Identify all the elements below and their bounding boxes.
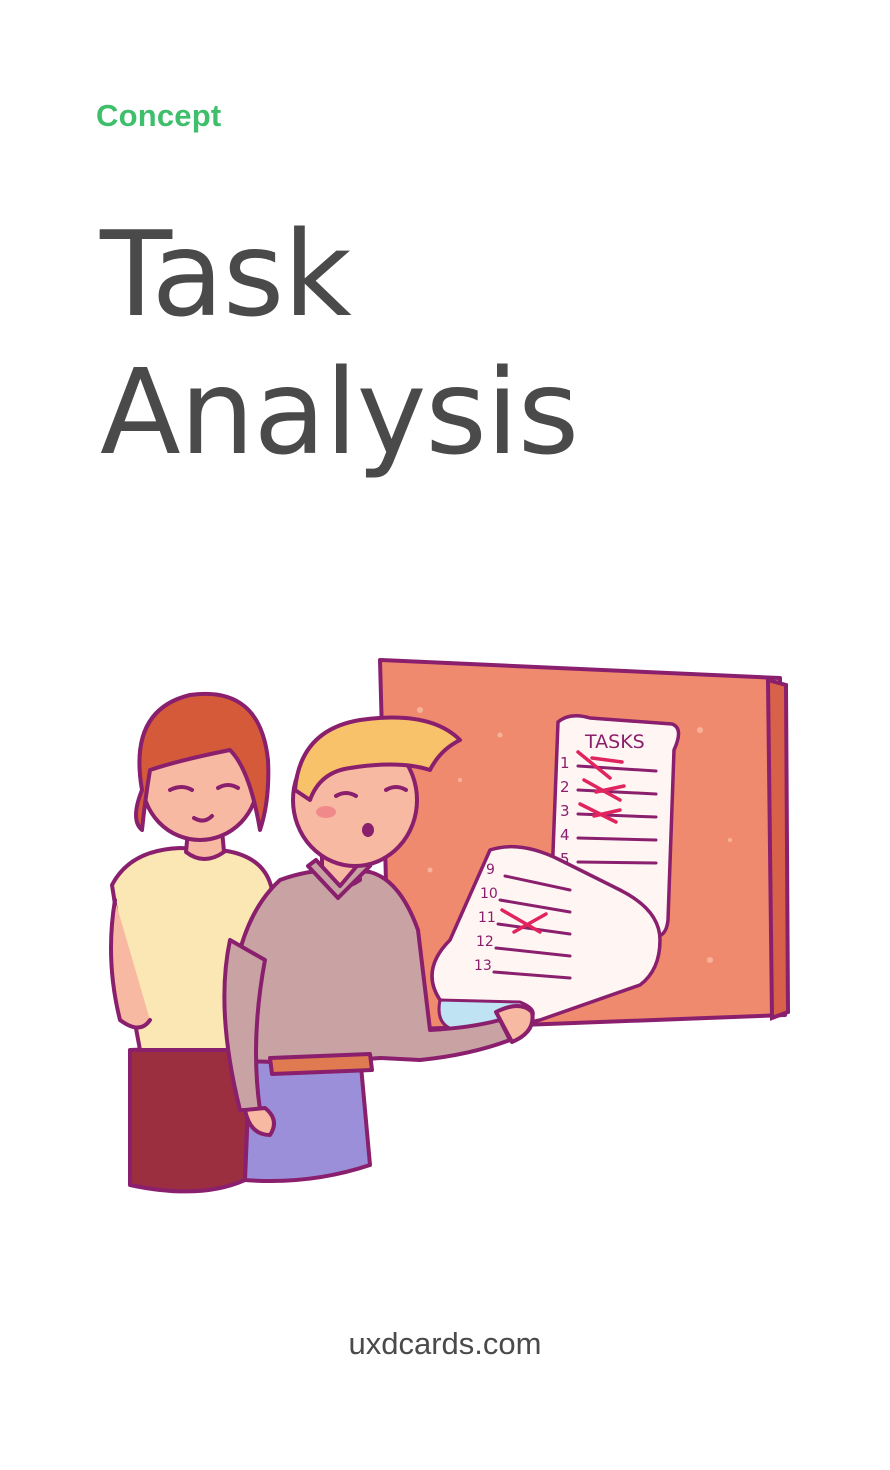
task-analysis-illustration: TASKS 1 2 3 4 5 9 10 11 12 13	[109, 658, 791, 1194]
card-title: Task Analysis	[100, 205, 579, 481]
footer-website: uxdcards.com	[348, 1326, 542, 1361]
task-number: 12	[476, 934, 494, 950]
task-number: 4	[560, 826, 570, 844]
task-number: 3	[560, 802, 570, 820]
card-title-line-1: Task	[100, 205, 352, 343]
card-title-line-2: Analysis	[100, 343, 579, 481]
task-number: 2	[560, 778, 570, 796]
card-category: Concept	[96, 98, 222, 133]
tasks-heading: TASKS	[584, 731, 645, 753]
task-number: 11	[478, 910, 496, 926]
task-number: 13	[474, 958, 492, 974]
task-number: 9	[486, 862, 495, 878]
task-number: 1	[560, 754, 570, 772]
task-number: 10	[480, 886, 498, 902]
